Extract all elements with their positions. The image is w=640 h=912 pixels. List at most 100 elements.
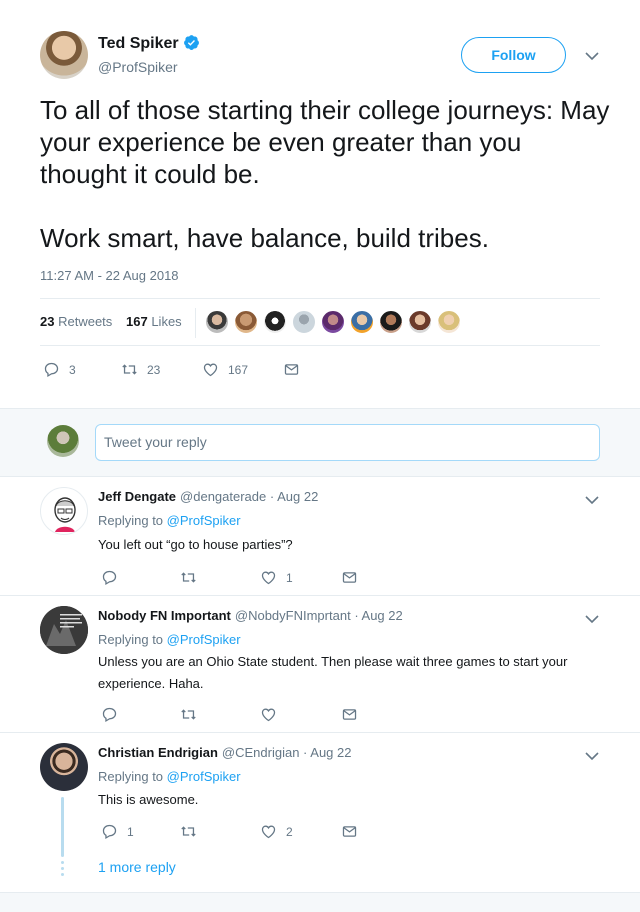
replying-prefix: Replying to <box>98 632 164 647</box>
replying-to-link[interactable]: @ProfSpiker <box>167 769 241 784</box>
tweet-text: To all of those starting their college j… <box>40 95 610 253</box>
replying-to: Replying to @ProfSpiker <box>98 769 241 784</box>
more-replies-link[interactable]: 1 more reply <box>98 859 176 875</box>
liker-avatar[interactable] <box>408 310 432 334</box>
like-count: 1 <box>286 570 293 585</box>
like-action[interactable] <box>260 706 286 723</box>
thread-line <box>61 797 64 857</box>
author-avatar[interactable] <box>40 31 88 79</box>
liker-avatar[interactable] <box>292 310 316 334</box>
reply-tweet[interactable]: Nobody FN Important @NobdyFNImprtant · Au… <box>0 596 640 733</box>
reply-date[interactable]: · Aug 22 <box>270 489 318 504</box>
reply-date[interactable]: · Aug 22 <box>303 745 351 760</box>
reply-author-handle[interactable]: @CEndrigian <box>222 745 300 760</box>
author-name-row[interactable]: Ted Spiker <box>98 34 200 53</box>
heart-icon <box>261 571 276 585</box>
chevron-down-icon[interactable] <box>584 613 600 625</box>
retweet-icon <box>181 709 196 720</box>
heart-icon <box>261 708 276 722</box>
reply-header: Christian Endrigian @CEndrigian · Aug 22 <box>98 745 351 760</box>
reply-text: You left out “go to house parties”? <box>98 537 293 552</box>
replying-to-link[interactable]: @ProfSpiker <box>167 632 241 647</box>
retweet-icon <box>181 826 196 837</box>
envelope-icon <box>342 709 357 720</box>
reply-tweet[interactable]: Christian Endrigian @CEndrigian · Aug 22 … <box>0 733 640 892</box>
liker-avatar[interactable] <box>205 310 229 334</box>
reply-author-name[interactable]: Nobody FN Important <box>98 608 231 623</box>
reply-text: Unless you are an Ohio State student. Th… <box>98 654 568 691</box>
reply-author-handle[interactable]: @dengaterade <box>180 489 266 504</box>
reply-avatar[interactable] <box>40 743 88 791</box>
liker-avatar[interactable] <box>350 310 374 334</box>
verified-badge-icon <box>183 35 199 50</box>
retweet-count: 23 <box>147 362 161 377</box>
like-action[interactable]: 2 <box>260 823 293 840</box>
reply-composer: Tweet your reply <box>0 408 640 477</box>
likes-label: Likes <box>151 314 182 329</box>
current-user-avatar <box>47 425 79 457</box>
retweet-action[interactable] <box>180 706 206 723</box>
chevron-down-icon[interactable] <box>584 494 600 506</box>
reply-text: This is awesome. <box>98 792 199 807</box>
stats-divider <box>195 308 196 338</box>
reply-count: 1 <box>127 824 134 839</box>
heart-icon <box>261 825 276 839</box>
tweet-timestamp[interactable]: 11:27 AM - 22 Aug 2018 <box>40 268 179 283</box>
author-handle[interactable]: @ProfSpiker <box>98 59 178 75</box>
reply-action[interactable]: 1 <box>101 823 134 840</box>
retweet-icon <box>181 572 196 583</box>
chevron-down-icon[interactable] <box>584 50 600 62</box>
like-count: 2 <box>286 824 293 839</box>
reply-action[interactable] <box>101 706 127 723</box>
reply-date[interactable]: · Aug 22 <box>354 608 402 623</box>
liker-avatar[interactable] <box>234 310 258 334</box>
reply-input[interactable]: Tweet your reply <box>95 424 600 461</box>
liker-avatar[interactable] <box>263 310 287 334</box>
likes-stat[interactable]: 167 Likes <box>126 314 182 329</box>
reply-author-name[interactable]: Jeff Dengate <box>98 489 176 504</box>
reply-tweet[interactable]: Jeff Dengate @dengaterade · Aug 22 Replyi… <box>0 477 640 596</box>
retweet-action[interactable] <box>180 569 206 586</box>
reply-icon <box>102 707 117 722</box>
liker-avatar[interactable] <box>379 310 403 334</box>
reply-icon <box>102 570 117 585</box>
replying-to: Replying to @ProfSpiker <box>98 632 241 647</box>
chevron-down-icon[interactable] <box>584 750 600 762</box>
replying-prefix: Replying to <box>98 513 164 528</box>
reply-avatar[interactable] <box>40 487 88 535</box>
retweets-label: Retweets <box>58 314 113 329</box>
like-action[interactable]: 167 <box>202 361 248 378</box>
reply-action[interactable]: 3 <box>43 361 76 378</box>
reply-count: 3 <box>69 362 76 377</box>
thread-dots <box>61 861 64 879</box>
replying-prefix: Replying to <box>98 769 164 784</box>
liker-avatar[interactable] <box>321 310 345 334</box>
main-tweet: Ted Spiker @ProfSpiker Follow To all of … <box>0 0 640 408</box>
reply-action[interactable] <box>101 569 127 586</box>
message-action[interactable] <box>341 823 358 840</box>
replying-to: Replying to @ProfSpiker <box>98 513 241 528</box>
tweet-stats: 23 Retweets 167 Likes <box>40 298 600 346</box>
cartoon-face-icon <box>54 497 76 532</box>
reply-avatar[interactable] <box>40 606 88 654</box>
reply-icon <box>102 824 117 839</box>
message-action[interactable] <box>283 361 300 378</box>
retweet-action[interactable]: 23 <box>121 361 160 378</box>
reply-header: Nobody FN Important @NobdyFNImprtant · Au… <box>98 608 403 623</box>
retweets-stat[interactable]: 23 Retweets <box>40 314 112 329</box>
like-action[interactable]: 1 <box>260 569 293 586</box>
retweet-action[interactable] <box>180 823 206 840</box>
author-name[interactable]: Ted Spiker <box>98 35 179 52</box>
envelope-icon <box>342 572 357 583</box>
message-action[interactable] <box>341 569 358 586</box>
message-action[interactable] <box>341 706 358 723</box>
like-count: 167 <box>228 362 249 377</box>
follow-button[interactable]: Follow <box>461 37 566 73</box>
envelope-icon <box>342 826 357 837</box>
bottom-band <box>0 892 640 912</box>
reply-author-handle[interactable]: @NobdyFNImprtant <box>235 608 351 623</box>
liker-avatar[interactable] <box>437 310 461 334</box>
reply-author-name[interactable]: Christian Endrigian <box>98 745 218 760</box>
reply-header: Jeff Dengate @dengaterade · Aug 22 <box>98 489 318 504</box>
replying-to-link[interactable]: @ProfSpiker <box>167 513 241 528</box>
